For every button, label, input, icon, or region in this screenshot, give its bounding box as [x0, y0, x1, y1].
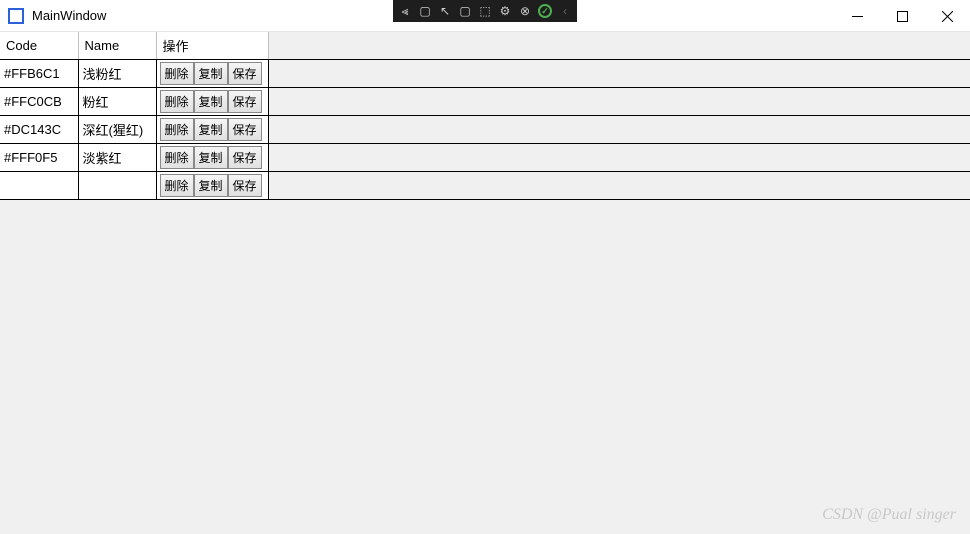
- table-row: #FFC0CB粉红删除复制保存: [0, 88, 970, 116]
- header-action[interactable]: 操作: [156, 32, 268, 60]
- copy-button[interactable]: 复制: [194, 62, 228, 85]
- window-title: MainWindow: [32, 8, 106, 23]
- minimize-button[interactable]: [835, 0, 880, 32]
- app-icon: [8, 8, 24, 24]
- cell-action: 删除复制保存: [156, 172, 268, 200]
- title-bar: MainWindow ⪡ ▢ ↖ ▢ ⬚ ⚙ ⊗ ✓ ‹: [0, 0, 970, 32]
- header-name[interactable]: Name: [78, 32, 156, 60]
- cell-action: 删除复制保存: [156, 144, 268, 172]
- table-row: #DC143C深红(猩红)删除复制保存: [0, 116, 970, 144]
- cell-fill: [268, 116, 970, 144]
- save-button[interactable]: 保存: [228, 174, 262, 197]
- header-code[interactable]: Code: [0, 32, 78, 60]
- layout-icon[interactable]: ⬚: [475, 1, 495, 21]
- close-button[interactable]: [925, 0, 970, 32]
- table-row: #FFB6C1浅粉红删除复制保存: [0, 60, 970, 88]
- copy-button[interactable]: 复制: [194, 118, 228, 141]
- cell-name[interactable]: 浅粉红: [78, 60, 156, 88]
- live-visual-tree-icon[interactable]: ⪡: [395, 1, 415, 21]
- cursor-icon[interactable]: ↖: [435, 1, 455, 21]
- delete-button[interactable]: 删除: [160, 62, 194, 85]
- data-table: Code Name 操作 #FFB6C1浅粉红删除复制保存#FFC0CB粉红删除…: [0, 32, 970, 200]
- cell-code[interactable]: #FFB6C1: [0, 60, 78, 88]
- copy-button[interactable]: 复制: [194, 174, 228, 197]
- cell-code[interactable]: #DC143C: [0, 116, 78, 144]
- camera-icon[interactable]: ▢: [415, 1, 435, 21]
- cell-code[interactable]: #FFC0CB: [0, 88, 78, 116]
- cell-name[interactable]: 淡紫红: [78, 144, 156, 172]
- collapse-icon[interactable]: ‹: [555, 1, 575, 21]
- cell-action: 删除复制保存: [156, 60, 268, 88]
- save-button[interactable]: 保存: [228, 90, 262, 113]
- cell-fill: [268, 60, 970, 88]
- maximize-button[interactable]: [880, 0, 925, 32]
- delete-button[interactable]: 删除: [160, 90, 194, 113]
- cell-action: 删除复制保存: [156, 116, 268, 144]
- table-header-row: Code Name 操作: [0, 32, 970, 60]
- content-area: Code Name 操作 #FFB6C1浅粉红删除复制保存#FFC0CB粉红删除…: [0, 32, 970, 200]
- copy-button[interactable]: 复制: [194, 90, 228, 113]
- table-row: #FFF0F5淡紫红删除复制保存: [0, 144, 970, 172]
- table-row: 删除复制保存: [0, 172, 970, 200]
- header-fill: [268, 32, 970, 60]
- save-button[interactable]: 保存: [228, 146, 262, 169]
- delete-button[interactable]: 删除: [160, 146, 194, 169]
- save-button[interactable]: 保存: [228, 118, 262, 141]
- square-icon[interactable]: ▢: [455, 1, 475, 21]
- cell-action: 删除复制保存: [156, 88, 268, 116]
- window-controls: [835, 0, 970, 32]
- delete-button[interactable]: 删除: [160, 174, 194, 197]
- gear-icon[interactable]: ⚙: [495, 1, 515, 21]
- cell-fill: [268, 88, 970, 116]
- cell-fill: [268, 144, 970, 172]
- cell-name[interactable]: 粉红: [78, 88, 156, 116]
- check-icon[interactable]: ✓: [535, 1, 555, 21]
- accessibility-icon[interactable]: ⊗: [515, 1, 535, 21]
- copy-button[interactable]: 复制: [194, 146, 228, 169]
- debug-toolbar: ⪡ ▢ ↖ ▢ ⬚ ⚙ ⊗ ✓ ‹: [393, 0, 577, 22]
- cell-code[interactable]: [0, 172, 78, 200]
- delete-button[interactable]: 删除: [160, 118, 194, 141]
- watermark: CSDN @Pual singer: [822, 506, 956, 524]
- cell-fill: [268, 172, 970, 200]
- cell-name[interactable]: [78, 172, 156, 200]
- cell-name[interactable]: 深红(猩红): [78, 116, 156, 144]
- save-button[interactable]: 保存: [228, 62, 262, 85]
- cell-code[interactable]: #FFF0F5: [0, 144, 78, 172]
